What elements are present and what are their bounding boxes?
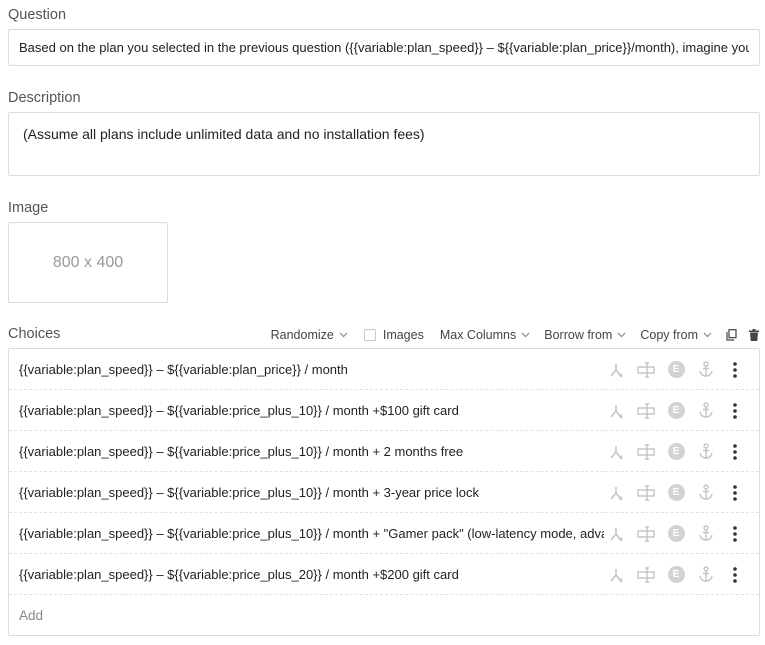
chevron-down-icon <box>617 332 626 338</box>
trash-icon[interactable] <box>749 329 759 341</box>
exclusive-icon[interactable]: E <box>661 402 691 419</box>
exclusive-icon[interactable]: E <box>661 566 691 583</box>
exclusive-badge: E <box>667 402 685 419</box>
choice-text[interactable]: {{variable:plan_speed}} – ${{variable:pr… <box>19 567 604 582</box>
choice-row[interactable]: {{variable:plan_speed}} – ${{variable:pr… <box>9 390 759 431</box>
question-input[interactable]: Based on the plan you selected in the pr… <box>8 29 760 66</box>
question-text: Based on the plan you selected in the pr… <box>19 40 749 55</box>
borrow-from-label: Borrow from <box>544 328 613 342</box>
choice-text[interactable]: {{variable:plan_speed}} – ${{variable:pr… <box>19 526 604 541</box>
image-size-placeholder: 800 x 400 <box>52 253 124 271</box>
exclusive-icon[interactable]: E <box>661 443 691 460</box>
exclusive-badge: E <box>667 525 685 542</box>
more-options-icon[interactable] <box>725 361 745 378</box>
question-label: Question <box>8 7 67 23</box>
description-text: (Assume all plans include unlimited data… <box>23 126 425 142</box>
description-label: Description <box>8 90 81 106</box>
row-actions: E <box>601 513 745 554</box>
description-input[interactable]: (Assume all plans include unlimited data… <box>8 112 760 176</box>
randomize-label: Randomize <box>270 328 334 342</box>
choice-row[interactable]: {{variable:plan_speed}} – ${{variable:pr… <box>9 513 759 554</box>
images-checkbox[interactable] <box>363 329 376 341</box>
choice-row[interactable]: {{variable:plan_speed}} – ${{variable:pr… <box>9 554 759 595</box>
choice-text[interactable]: {{variable:plan_speed}} – ${{variable:pr… <box>19 485 604 500</box>
exclusive-badge: E <box>667 443 685 460</box>
row-actions: E <box>601 390 745 431</box>
more-options-icon[interactable] <box>725 484 745 501</box>
anchor-icon[interactable] <box>691 402 721 419</box>
row-actions: E <box>601 472 745 513</box>
images-toggle[interactable]: Images <box>363 328 424 342</box>
chevron-down-icon <box>521 332 530 338</box>
branch-icon[interactable] <box>601 485 631 501</box>
choice-text[interactable]: {{variable:plan_speed}} – ${{variable:pr… <box>19 403 604 418</box>
branch-icon[interactable] <box>601 362 631 378</box>
row-actions: E <box>601 554 745 595</box>
input-field-icon[interactable] <box>631 566 661 583</box>
input-field-icon[interactable] <box>631 525 661 542</box>
exclusive-icon[interactable]: E <box>661 484 691 501</box>
randomize-dropdown[interactable]: Randomize <box>271 328 348 342</box>
exclusive-icon[interactable]: E <box>661 525 691 542</box>
choice-text[interactable]: {{variable:plan_speed}} – ${{variable:pl… <box>19 362 604 377</box>
image-upload-box[interactable]: 800 x 400 <box>8 222 168 303</box>
anchor-icon[interactable] <box>691 484 721 501</box>
input-field-icon[interactable] <box>631 484 661 501</box>
row-actions: E <box>601 431 745 472</box>
choice-row[interactable]: {{variable:plan_speed}} – ${{variable:pr… <box>9 472 759 513</box>
anchor-icon[interactable] <box>691 525 721 542</box>
more-options-icon[interactable] <box>725 443 745 460</box>
choices-list: {{variable:plan_speed}} – ${{variable:pl… <box>8 348 760 636</box>
branch-icon[interactable] <box>601 567 631 583</box>
chevron-down-icon <box>339 332 348 338</box>
branch-icon[interactable] <box>601 526 631 542</box>
anchor-icon[interactable] <box>691 443 721 460</box>
choices-toolbar: Randomize Images Max Columns Borrow from… <box>257 325 759 345</box>
input-field-icon[interactable] <box>631 402 661 419</box>
anchor-icon[interactable] <box>691 566 721 583</box>
max-columns-label: Max Columns <box>439 328 517 342</box>
copy-icon[interactable] <box>726 329 737 341</box>
choice-row[interactable]: {{variable:plan_speed}} – ${{variable:pr… <box>9 431 759 472</box>
exclusive-icon[interactable]: E <box>661 361 691 378</box>
branch-icon[interactable] <box>601 403 631 419</box>
choice-text[interactable]: {{variable:plan_speed}} – ${{variable:pr… <box>19 444 604 459</box>
input-field-icon[interactable] <box>631 443 661 460</box>
input-field-icon[interactable] <box>631 361 661 378</box>
exclusive-badge: E <box>667 361 685 378</box>
choice-row[interactable]: {{variable:plan_speed}} – ${{variable:pl… <box>9 349 759 390</box>
images-label: Images <box>382 328 424 342</box>
chevron-down-icon <box>703 332 712 338</box>
more-options-icon[interactable] <box>725 525 745 542</box>
choices-label: Choices <box>8 326 61 342</box>
more-options-icon[interactable] <box>725 402 745 419</box>
borrow-from-dropdown[interactable]: Borrow from <box>544 328 626 342</box>
copy-from-label: Copy from <box>640 328 698 342</box>
image-label: Image <box>8 200 49 216</box>
add-choice-button[interactable]: Add <box>9 595 759 636</box>
more-options-icon[interactable] <box>725 566 745 583</box>
exclusive-badge: E <box>667 566 685 583</box>
branch-icon[interactable] <box>601 444 631 460</box>
max-columns-dropdown[interactable]: Max Columns <box>440 328 530 342</box>
row-actions: E <box>601 349 745 390</box>
exclusive-badge: E <box>667 484 685 501</box>
anchor-icon[interactable] <box>691 361 721 378</box>
copy-from-dropdown[interactable]: Copy from <box>640 328 712 342</box>
